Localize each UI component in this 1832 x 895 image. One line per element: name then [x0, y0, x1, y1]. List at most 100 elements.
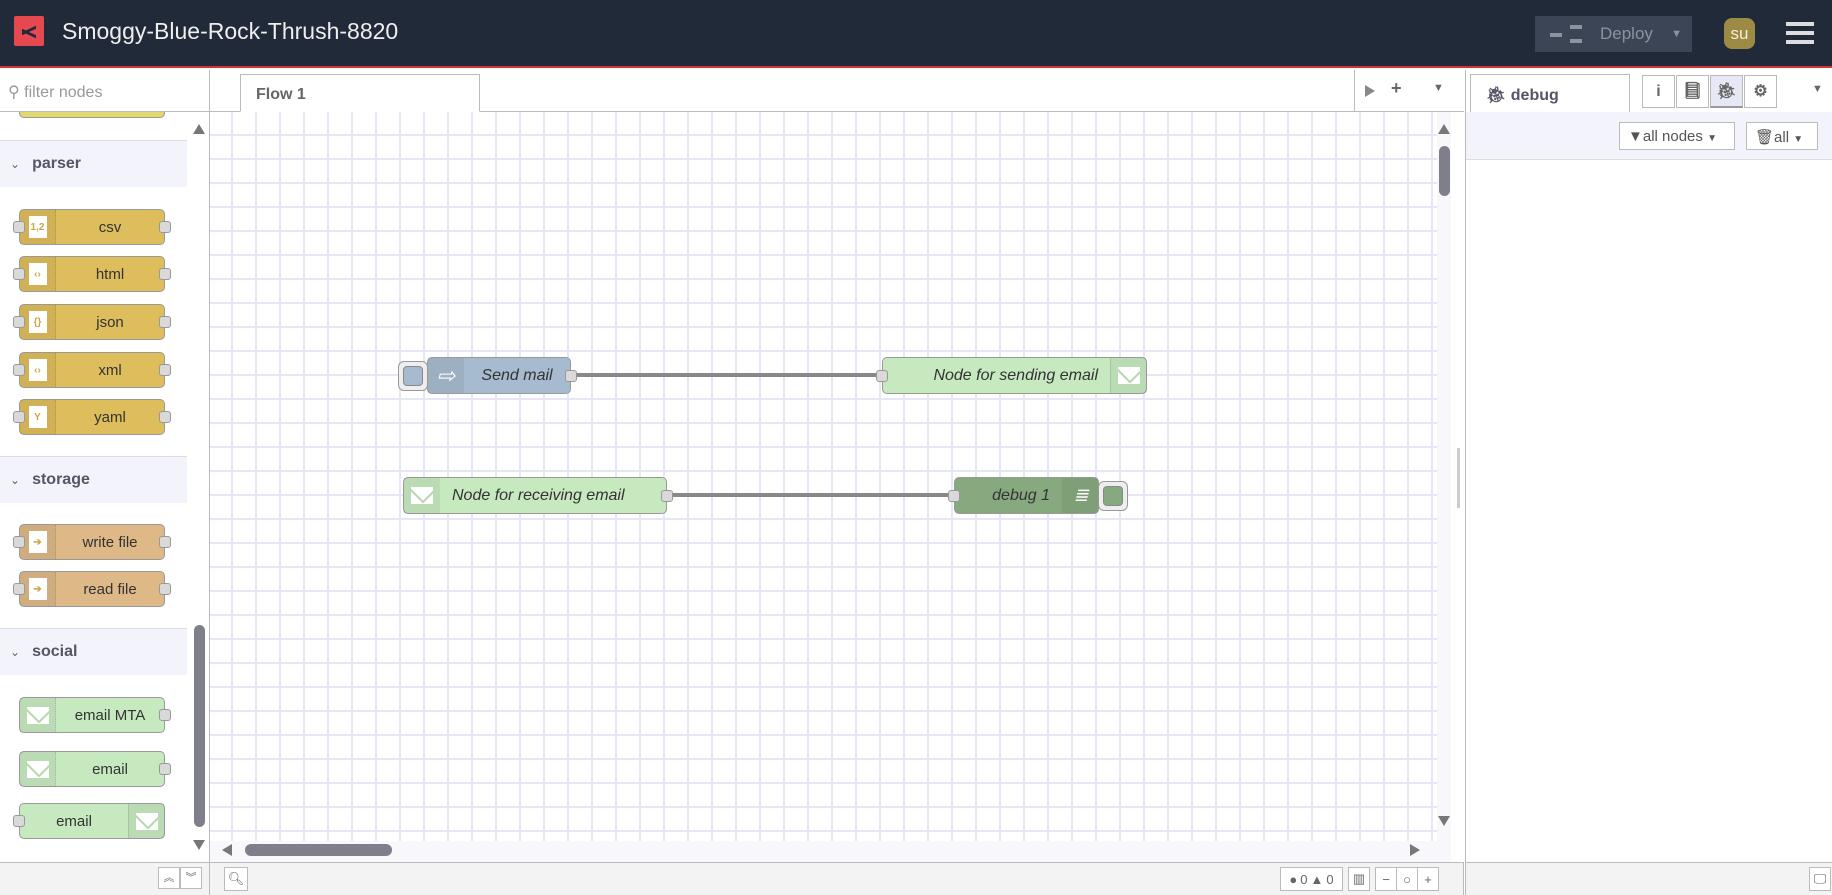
scroll-tabs-right-icon[interactable] — [1365, 85, 1375, 97]
category-social[interactable]: ⌄ social — [0, 628, 187, 675]
node-label: write file — [82, 533, 138, 551]
minus-icon: − — [1382, 871, 1390, 887]
palette-node-email-out[interactable]: email — [13, 803, 165, 839]
node-label: Node for sending email — [933, 366, 1098, 384]
csv-icon: 1,2 — [28, 216, 47, 238]
node-label: yaml — [94, 408, 126, 426]
palette-node-read-file[interactable]: ➔ read file — [13, 571, 171, 607]
palette-node-partial[interactable] — [19, 112, 165, 118]
help-button[interactable]: 📘︎ — [1676, 75, 1709, 108]
filter-placeholder: filter nodes — [24, 84, 103, 101]
debug-clear-dropdown[interactable]: 🗑︎all ▼ — [1746, 122, 1818, 150]
gear-icon: ⚙ — [1753, 83, 1768, 100]
debug-toolbar: ▼all nodes ▼ 🗑︎all ▼ — [1466, 112, 1832, 160]
deploy-label: Deploy — [1600, 24, 1653, 43]
trash-icon: 🗑︎ — [1755, 129, 1775, 146]
tab-debug[interactable]: 🐞︎ debug — [1470, 74, 1630, 112]
scroll-down-icon[interactable] — [1438, 816, 1450, 826]
output-port[interactable] — [661, 489, 673, 502]
zoom-in-button[interactable]: + — [1417, 867, 1439, 891]
flow-node-sending-email[interactable]: Node for sending email — [876, 357, 1147, 394]
palette-scroll-up[interactable] — [193, 124, 205, 134]
palette-node-write-file[interactable]: ➔ write file — [13, 524, 171, 560]
chevron-down-icon: ▼ — [1707, 133, 1717, 144]
deploy-button[interactable]: Deploy ▼ — [1535, 16, 1692, 52]
scroll-up-icon[interactable] — [1438, 124, 1450, 134]
warning-icon: ▲ — [1310, 871, 1324, 887]
debug-filter-dropdown[interactable]: ▼all nodes ▼ — [1619, 122, 1735, 150]
filter-icon: ▼ — [1628, 128, 1643, 145]
info-button[interactable]: i — [1642, 75, 1675, 108]
inject-button[interactable] — [398, 361, 428, 391]
code-icon: ‹› — [28, 263, 47, 285]
debug-toggle-button[interactable] — [1098, 481, 1128, 511]
error-count: 0 — [1300, 871, 1308, 887]
palette-node-csv[interactable]: 1,2 csv — [13, 209, 171, 245]
input-port[interactable] — [876, 369, 888, 382]
user-avatar[interactable]: su — [1724, 18, 1755, 49]
flow-list-chevron-down-icon[interactable]: ▼ — [1433, 82, 1444, 94]
palette-scroll-down[interactable] — [193, 840, 205, 850]
add-flow-icon[interactable]: + — [1391, 78, 1402, 99]
node-label: debug 1 — [992, 486, 1050, 504]
palette-node-email-mta[interactable]: email MTA — [19, 697, 171, 733]
palette-node-yaml[interactable]: Yyaml — [13, 399, 171, 435]
zoom-reset-button[interactable]: ○ — [1396, 867, 1418, 891]
scroll-right-icon[interactable] — [1410, 844, 1420, 856]
app-title: Smoggy-Blue-Rock-Thrush-8820 — [62, 18, 399, 44]
map-icon: ▥ — [1352, 871, 1366, 886]
node-label: email — [92, 760, 128, 778]
flow-canvas[interactable]: ⇨ Send mail Node for sending email Node … — [210, 112, 1437, 841]
chevron-down-icon: ⌄ — [10, 473, 21, 487]
tab-controls: + ▼ — [1354, 70, 1464, 111]
filter-nodes-input[interactable]: ⚲ filter nodes — [0, 70, 210, 112]
sidebar-footer: 🖵 — [1466, 862, 1832, 895]
bug-icon: 🐞︎ — [1716, 83, 1737, 100]
envelope-icon — [26, 706, 49, 724]
wire[interactable] — [571, 373, 882, 377]
palette-node-html[interactable]: ‹› html — [13, 256, 171, 292]
expand-all-button[interactable]: ︾ — [180, 867, 202, 889]
envelope-icon — [26, 760, 49, 778]
config-button[interactable]: ⚙ — [1744, 75, 1777, 108]
navigator-map-button[interactable]: ▥ — [1348, 867, 1370, 891]
flow-node-debug-1[interactable]: debug 1 ≣ — [948, 477, 1128, 514]
output-port[interactable] — [565, 369, 577, 382]
node-label: Node for receiving email — [452, 486, 625, 504]
canvas-horizontal-scrollbar[interactable] — [210, 841, 1451, 862]
wire[interactable] — [667, 493, 954, 497]
collapse-all-button[interactable]: ︽ — [158, 867, 180, 889]
sidebar-menu-chevron-down-icon[interactable]: ▼ — [1812, 83, 1823, 95]
flow-node-send-mail[interactable]: ⇨ Send mail — [398, 357, 577, 394]
flow-node-receiving-email[interactable]: Node for receiving email — [403, 477, 673, 514]
braces-icon: {} — [28, 311, 47, 333]
hamburger-menu-icon[interactable] — [1786, 22, 1814, 44]
notification-counts[interactable]: ● 0 ▲ 0 — [1280, 867, 1343, 891]
search-flows-button[interactable]: 🔍︎ — [224, 867, 248, 891]
zoom-out-button[interactable]: − — [1375, 867, 1397, 891]
palette-node-xml[interactable]: ‹› xml — [13, 352, 171, 388]
debug-button[interactable]: 🐞︎ — [1710, 75, 1743, 108]
arrow-right-icon: ⇨ — [428, 358, 464, 393]
vertical-scroll-thumb[interactable] — [1439, 146, 1450, 196]
tab-flow-1[interactable]: Flow 1 — [240, 74, 480, 112]
palette-node-email-in[interactable]: email — [19, 751, 171, 787]
category-storage[interactable]: ⌄ storage — [0, 456, 187, 503]
palette-scrollbar[interactable] — [194, 625, 205, 827]
horizontal-scroll-thumb[interactable] — [245, 844, 392, 856]
category-parser[interactable]: ⌄ parser — [0, 140, 187, 187]
chevron-down-icon[interactable]: ▼ — [1671, 28, 1682, 40]
search-icon: 🔍︎ — [227, 871, 245, 886]
node-label: email MTA — [74, 706, 146, 724]
scroll-left-icon[interactable] — [222, 844, 232, 856]
book-icon: 📘︎ — [1682, 83, 1703, 100]
canvas-vertical-scrollbar[interactable] — [1437, 112, 1451, 849]
sidebar-resize-handle[interactable] — [1457, 448, 1460, 508]
node-label: csv — [98, 218, 122, 236]
open-debug-window-button[interactable]: 🖵 — [1809, 867, 1831, 891]
envelope-icon — [411, 487, 433, 504]
input-port[interactable] — [948, 489, 960, 502]
category-label: storage — [32, 471, 90, 488]
palette-node-json[interactable]: {} json — [13, 304, 171, 340]
info-icon: i — [1656, 83, 1661, 100]
